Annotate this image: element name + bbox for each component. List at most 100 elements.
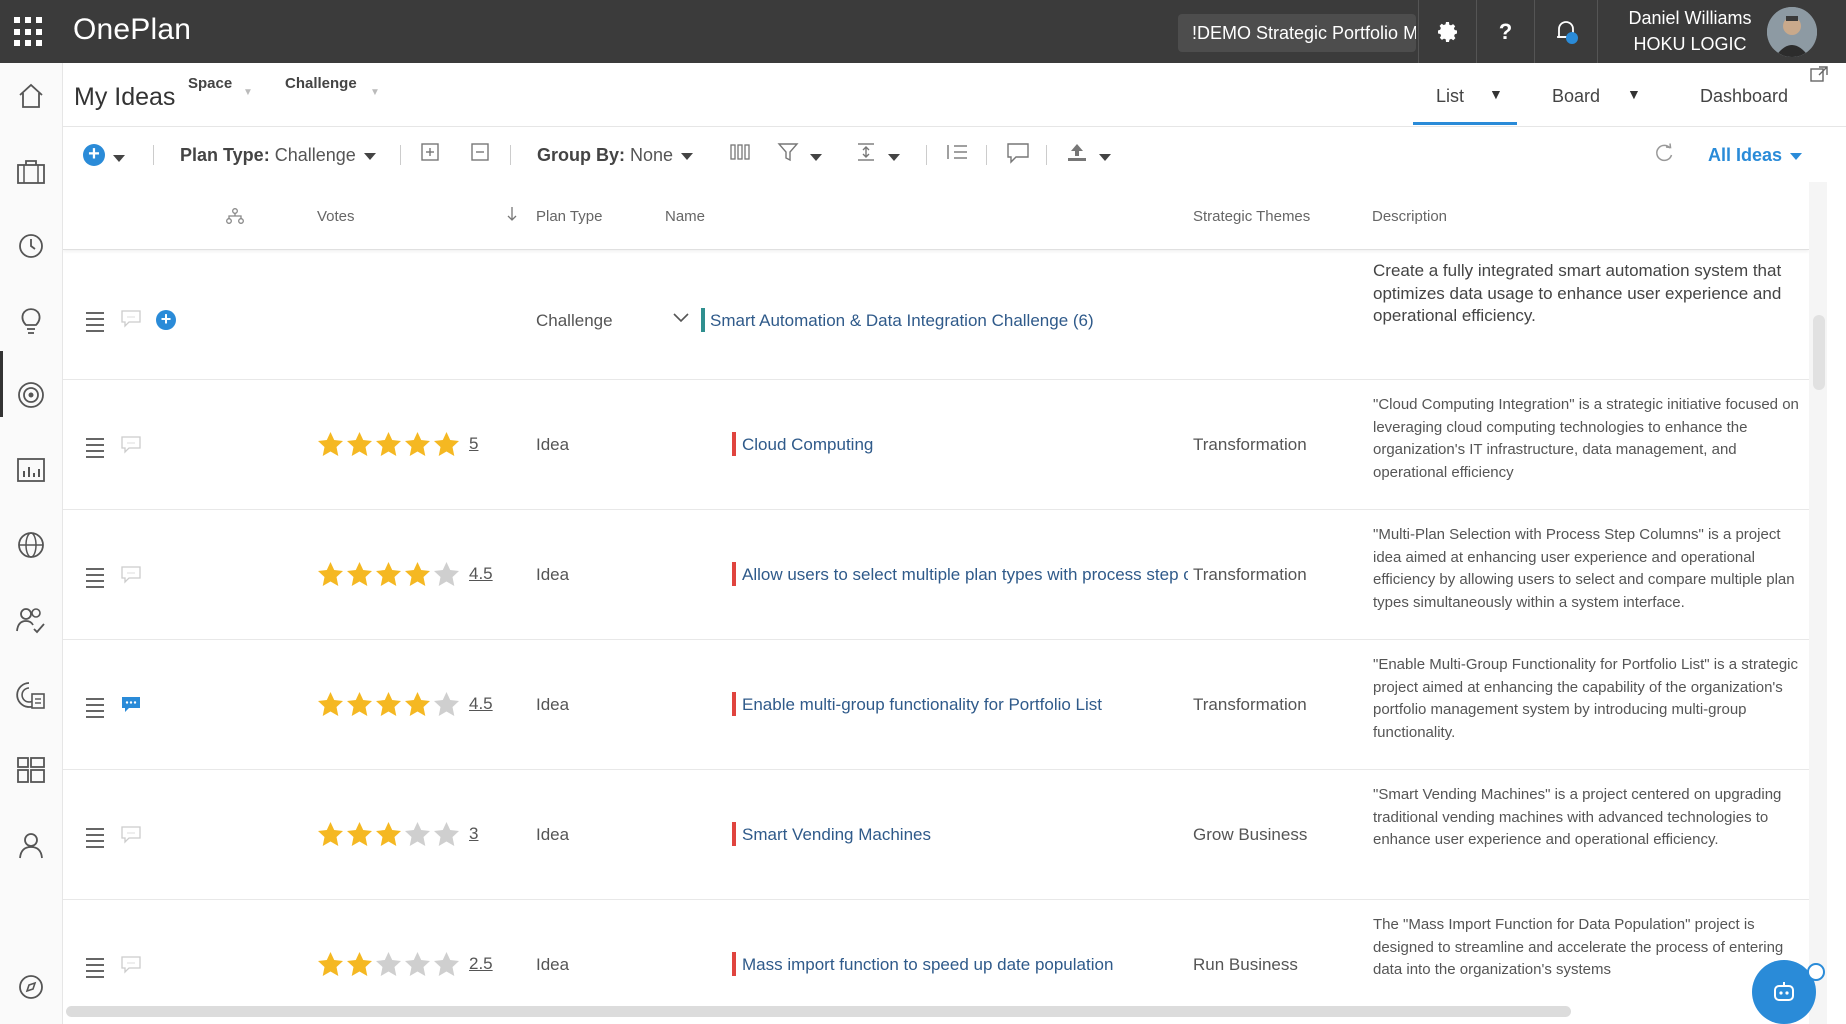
star-rating[interactable]: 3: [316, 820, 478, 848]
filter-button[interactable]: [777, 142, 823, 167]
hierarchy-icon[interactable]: [226, 208, 244, 228]
collapse-group-icon[interactable]: [672, 310, 690, 330]
star-icon[interactable]: [374, 690, 403, 718]
vote-count[interactable]: 4.5: [469, 564, 493, 584]
star-icon[interactable]: [403, 430, 432, 458]
nav-reports[interactable]: [12, 451, 50, 489]
comments-button[interactable]: [1006, 142, 1030, 169]
comment-filled-icon[interactable]: [121, 696, 141, 719]
space-selector[interactable]: Space: [188, 75, 232, 92]
nav-profile[interactable]: [12, 826, 50, 864]
star-icon[interactable]: [403, 560, 432, 588]
star-icon[interactable]: [432, 950, 461, 978]
idea-name-link[interactable]: Enable multi-group functionality for Por…: [742, 695, 1102, 715]
columns-button[interactable]: [729, 142, 751, 167]
column-header-votes[interactable]: Votes: [317, 208, 355, 225]
star-rating[interactable]: 4.5: [316, 560, 493, 588]
nav-resources[interactable]: [12, 601, 50, 639]
table-row[interactable]: 4.5 Idea Allow users to select multiple pl…: [63, 510, 1809, 640]
row-menu-icon[interactable]: [86, 698, 104, 718]
add-button[interactable]: +: [83, 144, 105, 166]
tab-board[interactable]: Board: [1552, 86, 1600, 107]
plan-type-filter[interactable]: Plan Type: Challenge: [180, 145, 376, 166]
idea-name-link[interactable]: Allow users to select multiple plan type…: [742, 565, 1188, 585]
expand-all-button[interactable]: [420, 142, 440, 167]
star-rating[interactable]: 5: [316, 430, 478, 458]
star-icon[interactable]: [432, 820, 461, 848]
board-options-caret[interactable]: ▼: [1627, 86, 1641, 102]
star-icon[interactable]: [316, 560, 345, 588]
add-options-caret[interactable]: [113, 147, 125, 168]
star-icon[interactable]: [403, 950, 432, 978]
star-icon[interactable]: [316, 950, 345, 978]
popout-icon[interactable]: [1810, 66, 1828, 87]
help-button[interactable]: ?: [1476, 0, 1534, 63]
row-menu-icon[interactable]: [86, 828, 104, 848]
vertical-scrollbar[interactable]: [1809, 182, 1827, 1024]
sort-descending-icon[interactable]: [506, 206, 518, 226]
star-icon[interactable]: [316, 820, 345, 848]
nav-home[interactable]: [12, 77, 50, 115]
idea-name-link[interactable]: Mass import function to speed up date po…: [742, 955, 1113, 975]
nav-explore[interactable]: [12, 968, 50, 1006]
table-row[interactable]: 5 Idea Cloud Computing Transformation "Cloud…: [63, 380, 1809, 510]
nav-global[interactable]: [12, 526, 50, 564]
challenge-name-link[interactable]: Smart Automation & Data Integration Chal…: [710, 311, 1094, 331]
list-options-caret[interactable]: ▼: [1489, 86, 1503, 102]
row-menu-icon[interactable]: [86, 568, 104, 588]
row-menu-icon[interactable]: [86, 958, 104, 978]
star-icon[interactable]: [316, 430, 345, 458]
star-icon[interactable]: [345, 430, 374, 458]
star-icon[interactable]: [345, 560, 374, 588]
star-icon[interactable]: [403, 690, 432, 718]
challenge-row[interactable]: + Challenge Smart Automation & Data Inte…: [63, 250, 1809, 380]
star-icon[interactable]: [345, 690, 374, 718]
sort-button[interactable]: [945, 142, 969, 167]
table-row[interactable]: 4.5 Idea Enable multi-group functionality …: [63, 640, 1809, 770]
row-menu-icon[interactable]: [86, 438, 104, 458]
vote-count[interactable]: 3: [469, 824, 478, 844]
table-row[interactable]: 3 Idea Smart Vending Machines Grow Business…: [63, 770, 1809, 900]
idea-name-link[interactable]: Cloud Computing: [742, 435, 873, 455]
star-icon[interactable]: [374, 820, 403, 848]
nav-goals[interactable]: [12, 376, 50, 414]
collapse-all-button[interactable]: [470, 142, 490, 167]
tab-dashboard[interactable]: Dashboard: [1700, 86, 1788, 107]
comment-icon[interactable]: [121, 310, 141, 333]
avatar[interactable]: [1767, 7, 1817, 57]
comment-icon[interactable]: [121, 566, 141, 589]
star-icon[interactable]: [316, 690, 345, 718]
star-icon[interactable]: [374, 430, 403, 458]
comment-icon[interactable]: [121, 956, 141, 979]
row-height-button[interactable]: [855, 142, 901, 167]
column-header-description[interactable]: Description: [1372, 208, 1447, 225]
column-header-strategic-themes[interactable]: Strategic Themes: [1193, 208, 1310, 225]
app-launcher-icon[interactable]: [14, 17, 44, 47]
star-icon[interactable]: [403, 820, 432, 848]
ideas-scope-selector[interactable]: All Ideas: [1708, 145, 1803, 166]
horizontal-scrollbar-thumb[interactable]: [66, 1006, 1571, 1017]
nav-timesheets[interactable]: [12, 227, 50, 265]
star-icon[interactable]: [374, 950, 403, 978]
star-icon[interactable]: [374, 560, 403, 588]
notifications-button[interactable]: [1534, 0, 1598, 63]
vertical-scrollbar-thumb[interactable]: [1813, 315, 1825, 390]
star-rating[interactable]: 4.5: [316, 690, 493, 718]
comment-icon[interactable]: [121, 826, 141, 849]
nav-portfolio[interactable]: [12, 152, 50, 190]
vote-count[interactable]: 2.5: [469, 954, 493, 974]
refresh-button[interactable]: [1653, 142, 1675, 169]
star-icon[interactable]: [432, 560, 461, 588]
add-child-button[interactable]: +: [156, 310, 176, 330]
vote-count[interactable]: 5: [469, 434, 478, 454]
star-rating[interactable]: 2.5: [316, 950, 493, 978]
settings-button[interactable]: [1418, 0, 1476, 63]
column-header-plan-type[interactable]: Plan Type: [536, 208, 602, 225]
row-menu-icon[interactable]: [86, 312, 104, 332]
export-button[interactable]: [1066, 142, 1112, 167]
nav-analytics[interactable]: [12, 676, 50, 714]
project-selector[interactable]: !DEMO Strategic Portfolio M: [1178, 14, 1416, 52]
vote-count[interactable]: 4.5: [469, 694, 493, 714]
column-header-name[interactable]: Name: [665, 208, 705, 225]
tab-list[interactable]: List: [1436, 86, 1464, 107]
